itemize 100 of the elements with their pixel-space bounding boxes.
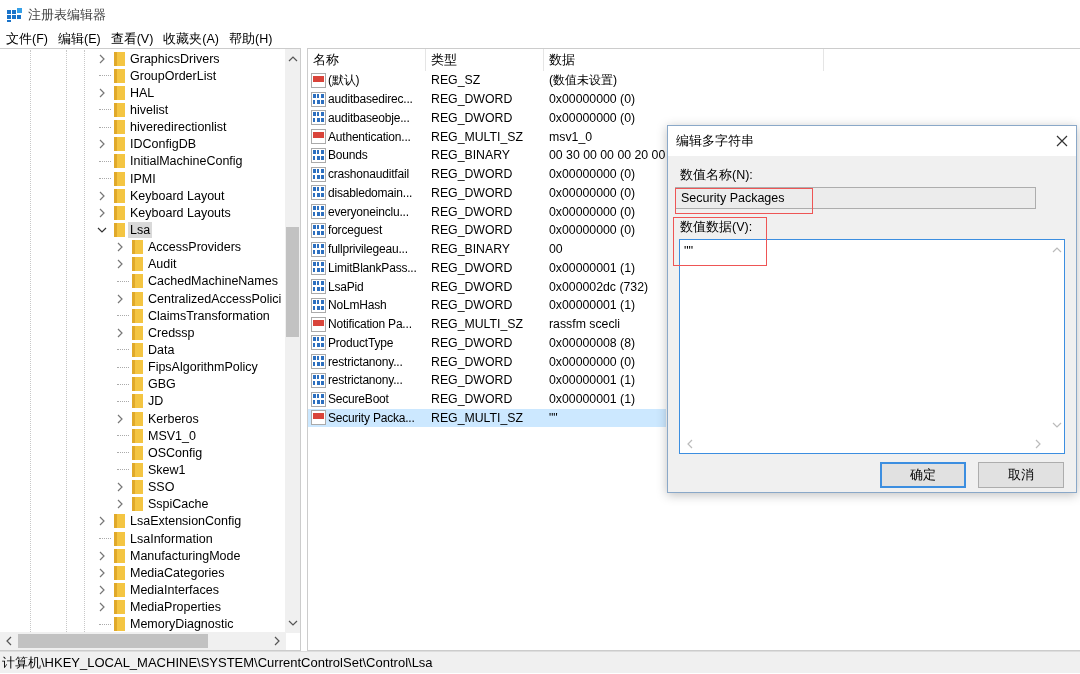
vertical-scrollbar[interactable] (285, 49, 300, 633)
column-header[interactable]: 数据 (544, 49, 824, 71)
value-name[interactable]: auditbaseobje... (328, 110, 410, 125)
value-row[interactable]: Authentication... REG_MULTI_SZ msv1_0 (308, 127, 666, 146)
tree-item[interactable]: ClaimsTransformation (146, 307, 272, 324)
tree-item[interactable]: MediaCategories (128, 564, 227, 581)
scroll-left-icon (5, 636, 13, 646)
value-name[interactable]: ProductType (328, 335, 394, 350)
value-row[interactable]: restrictanony... REG_DWORD 0x00000001 (1) (308, 371, 666, 390)
value-name[interactable]: SecureBoot (328, 392, 389, 407)
tree-item[interactable]: SspiCache (146, 496, 211, 513)
column-header[interactable]: 名称 (308, 49, 426, 71)
tree-item[interactable]: GroupOrderList (128, 67, 219, 84)
value-row[interactable]: restrictanony... REG_DWORD 0x00000000 (0) (308, 352, 666, 371)
dialog-button[interactable]: 取消 (978, 462, 1064, 488)
tree-item[interactable]: OSConfig (146, 444, 205, 461)
value-row[interactable]: NoLmHash REG_DWORD 0x00000001 (1) (308, 296, 666, 315)
value-type: REG_MULTI_SZ (430, 410, 525, 425)
tree-item[interactable]: FipsAlgorithmPolicy (146, 359, 260, 376)
value-row[interactable]: auditbasedirec... REG_DWORD 0x00000000 (0) (308, 89, 666, 109)
tree-item[interactable]: CachedMachineNames (146, 273, 280, 290)
tree-item[interactable]: MediaInterfaces (128, 581, 221, 598)
value-name[interactable]: crashonauditfail (328, 167, 409, 182)
tree-item[interactable]: ManufacturingMode (128, 547, 243, 564)
value-row[interactable]: Notification Pa... REG_MULTI_SZ rassfm scecli (308, 314, 666, 334)
tree-item[interactable]: Data (146, 341, 177, 358)
value-row[interactable]: SecureBoot REG_DWORD 0x00000001 (1) (308, 389, 666, 409)
tree-item[interactable]: SSO (146, 479, 177, 496)
column-header[interactable]: 类型 (426, 49, 544, 71)
value-row[interactable]: Bounds REG_BINARY 00 30 00 00 00 20 00 (308, 146, 666, 165)
value-row[interactable]: everyoneinclu... REG_DWORD 0x00000000 (0) (308, 202, 666, 221)
value-row[interactable]: (默认) REG_SZ (数值未设置) (308, 71, 666, 90)
value-row[interactable]: LimitBlankPass... REG_DWORD 0x00000001 (1) (308, 258, 666, 278)
value-name[interactable]: restrictanony... (328, 354, 403, 369)
value-data-field[interactable]: "" (679, 239, 1065, 454)
scrollbar-thumb[interactable] (18, 634, 208, 648)
binary-value-icon (311, 204, 326, 220)
value-name[interactable]: (默认) (328, 71, 360, 89)
chevron-right-icon (115, 258, 124, 271)
tree-item[interactable]: Credssp (146, 324, 197, 341)
value-name[interactable]: Notification Pa... (328, 317, 412, 332)
tree-item[interactable]: JD (146, 393, 166, 410)
folder-icon (113, 616, 125, 632)
dialog-button[interactable]: 确定 (880, 462, 966, 488)
tree-item[interactable]: MediaProperties (128, 599, 223, 616)
folder-icon (131, 307, 143, 324)
value-row[interactable]: auditbaseobje... REG_DWORD 0x00000000 (0) (308, 108, 666, 128)
value-name[interactable]: disabledomain... (328, 185, 413, 200)
tree-item[interactable]: IPMI (128, 170, 158, 187)
value-name[interactable]: auditbasedirec... (328, 92, 413, 107)
value-type: REG_DWORD (430, 279, 514, 294)
tree-item[interactable]: IDConfigDB (128, 136, 198, 153)
chevron-right-icon (97, 583, 106, 596)
value-name[interactable]: everyoneinclu... (328, 204, 409, 219)
value-row[interactable]: ProductType REG_DWORD 0x00000008 (8) (308, 333, 666, 353)
tree-item[interactable]: LsaExtensionConfig (128, 513, 244, 530)
tree-item[interactable]: GBG (146, 376, 178, 393)
tree-item[interactable]: Keyboard Layout (128, 187, 227, 204)
menu-item[interactable]: 查看(V) (107, 30, 157, 48)
tree-item[interactable]: GraphicsDrivers (128, 50, 222, 67)
tree-item[interactable]: Kerberos (146, 410, 201, 427)
tree-item[interactable]: Keyboard Layouts (128, 204, 233, 221)
tree-item[interactable]: Skew1 (146, 461, 188, 478)
value-row[interactable]: crashonauditfail REG_DWORD 0x00000000 (0) (308, 164, 666, 184)
menu-item[interactable]: 收藏夹(A) (160, 30, 222, 48)
menu-item[interactable]: 文件(F) (3, 30, 51, 48)
menu-item[interactable]: 帮助(H) (226, 30, 276, 48)
chevron-right-icon (115, 241, 124, 254)
scrollbar-thumb[interactable] (286, 227, 299, 337)
value-name[interactable]: Security Packa... (328, 410, 415, 425)
value-name-field[interactable]: Security Packages (675, 187, 1036, 209)
chevron-right-icon (97, 52, 106, 65)
tree-item[interactable]: CentralizedAccessPolici (146, 290, 284, 307)
tree-item[interactable]: InitialMachineConfig (128, 153, 245, 170)
horizontal-scrollbar[interactable] (0, 632, 286, 650)
menu-item[interactable]: 编辑(E) (54, 30, 104, 48)
value-row[interactable]: disabledomain... REG_DWORD 0x00000000 (0) (308, 183, 666, 203)
value-name[interactable]: LimitBlankPass... (328, 260, 417, 275)
tree-item[interactable]: MemoryDiagnostic (128, 616, 236, 632)
tree-item[interactable]: AccessProviders (146, 239, 244, 256)
tree-item[interactable]: hivelist (128, 102, 171, 118)
tree-item[interactable]: Lsa (128, 221, 153, 238)
tree-item[interactable]: hiveredirectionlist (128, 119, 229, 136)
tree-item[interactable]: MSV1_0 (146, 427, 198, 444)
value-row[interactable]: forceguest REG_DWORD 0x00000000 (0) (308, 221, 666, 240)
value-name[interactable]: NoLmHash (328, 298, 387, 313)
value-name[interactable]: fullprivilegeau... (328, 242, 408, 257)
value-name[interactable]: Authentication... (328, 129, 411, 144)
value-name[interactable]: forceguest (328, 223, 383, 238)
value-name[interactable]: restrictanony... (328, 373, 403, 388)
value-row[interactable]: fullprivilegeau... REG_BINARY 00 (308, 239, 666, 259)
value-row[interactable]: Security Packa... REG_MULTI_SZ "" (308, 408, 666, 428)
binary-value-icon (311, 166, 326, 182)
tree-item[interactable]: HAL (128, 84, 157, 101)
value-row[interactable]: LsaPid REG_DWORD 0x000002dc (732) (308, 277, 666, 296)
tree-item[interactable]: Audit (146, 256, 179, 273)
tree-item[interactable]: LsaInformation (128, 530, 215, 547)
value-name[interactable]: Bounds (328, 148, 368, 163)
value-name[interactable]: LsaPid (328, 279, 364, 294)
dialog-title: 编辑多字符串 (676, 132, 754, 150)
